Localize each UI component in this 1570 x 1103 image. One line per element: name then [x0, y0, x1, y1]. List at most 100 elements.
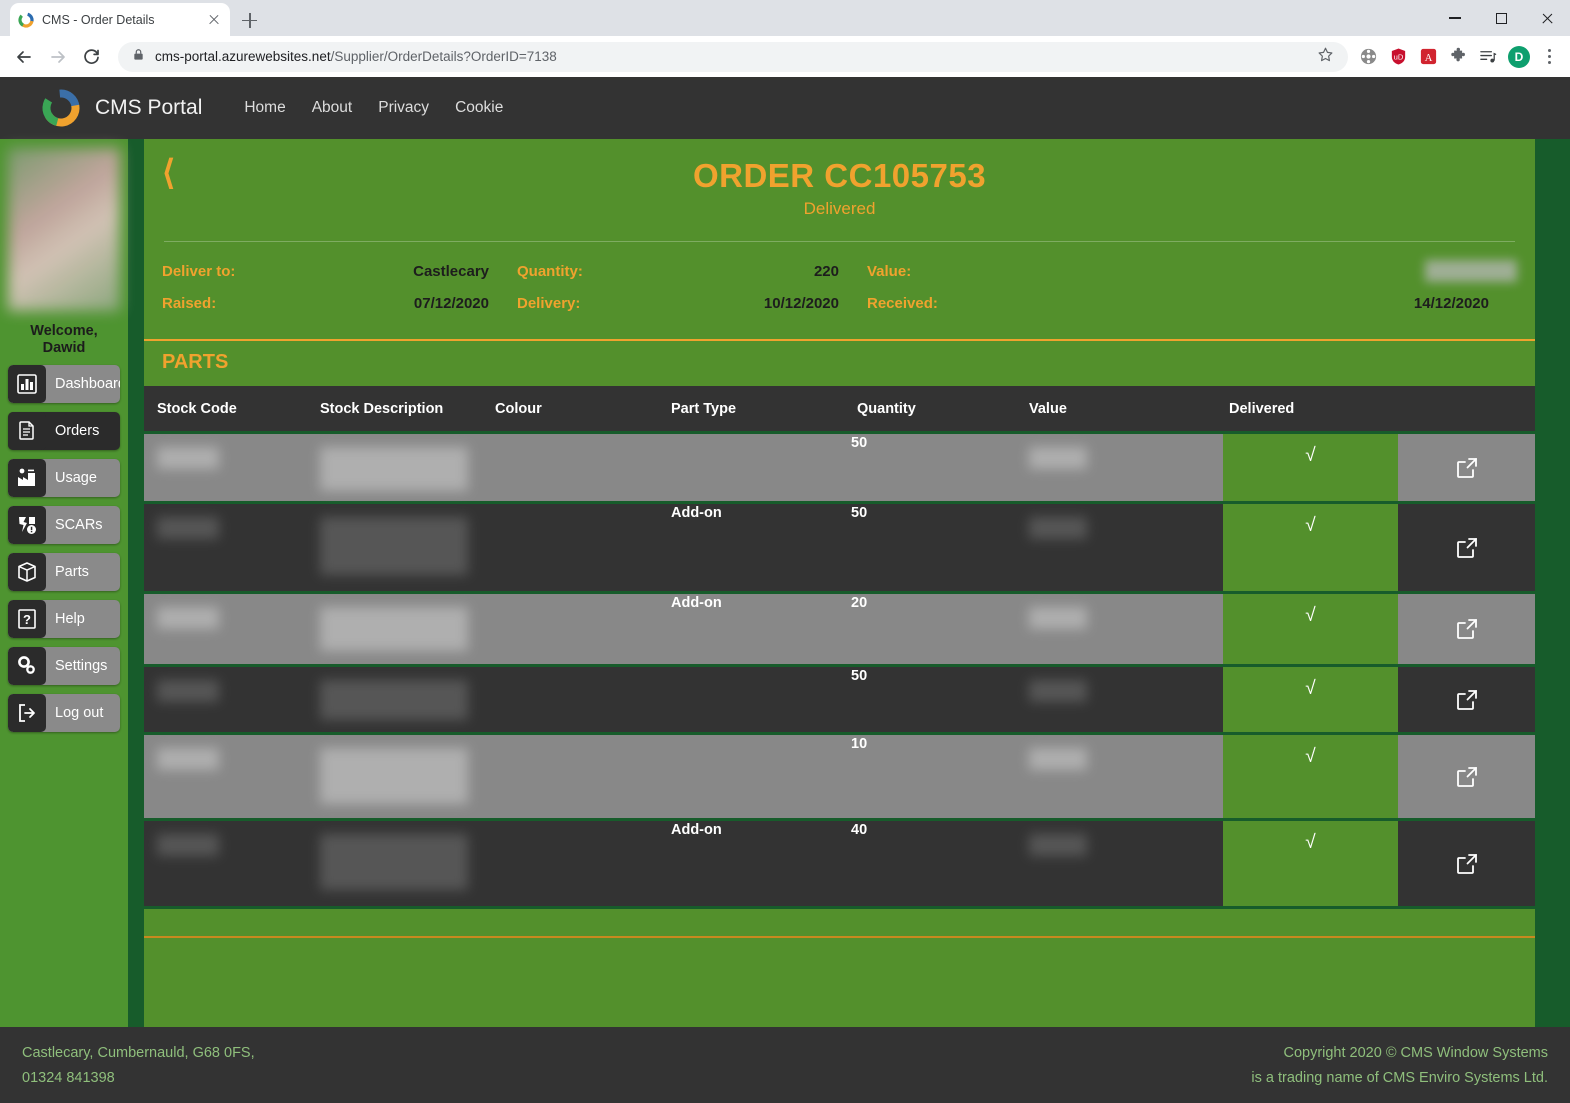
cell-delivered: √ — [1223, 594, 1398, 664]
external-link-icon — [1456, 853, 1477, 874]
gears-icon — [8, 647, 46, 685]
open-part-button[interactable] — [1398, 821, 1535, 906]
column-header-value: Value — [1029, 400, 1067, 417]
cell-stock-code — [144, 504, 320, 591]
sidebar-item-logout[interactable]: Log out — [8, 694, 120, 732]
meta-value: 220 — [813, 262, 839, 280]
open-part-button[interactable] — [1398, 434, 1535, 501]
browser-window: CMS - Order Details cms-portal.azurewebs… — [0, 0, 1570, 1103]
footer-legal: Copyright 2020 © CMS Window Systems is a… — [1251, 1041, 1548, 1091]
meta-label: Value: — [867, 262, 912, 280]
nav-link-privacy[interactable]: Privacy — [378, 99, 429, 117]
sidebar-item-help[interactable]: ? Help — [8, 600, 120, 638]
table-row[interactable]: Add-on 20 √ — [144, 591, 1535, 664]
nav-link-about[interactable]: About — [312, 99, 353, 117]
sidebar-item-parts[interactable]: Parts — [8, 553, 120, 591]
close-window-button[interactable] — [1524, 0, 1570, 36]
kebab-menu-icon[interactable] — [1540, 49, 1558, 64]
cell-delivered: √ — [1223, 821, 1398, 906]
meta-value: 07/12/2020 — [413, 295, 489, 312]
svg-text:A: A — [1424, 53, 1432, 64]
sidebar-item-usage[interactable]: Usage — [8, 459, 120, 497]
cell-quantity: 10 — [851, 736, 868, 752]
nav-link-cookie[interactable]: Cookie — [455, 99, 503, 117]
cell-quantity: 50 — [851, 505, 868, 521]
cell-delivered: √ — [1223, 434, 1398, 501]
browser-tab[interactable]: CMS - Order Details — [10, 3, 230, 36]
external-link-icon — [1456, 537, 1477, 558]
nav-link-home[interactable]: Home — [244, 99, 285, 117]
table-row[interactable]: Add-on 50 √ — [144, 501, 1535, 591]
cell-stock-description — [320, 735, 495, 818]
film-reel-icon[interactable] — [1358, 47, 1378, 67]
nav-links: Home About Privacy Cookie — [244, 99, 503, 117]
profile-avatar[interactable]: D — [1508, 45, 1530, 68]
parts-table: Stock Code Stock Description Colour Part… — [144, 386, 1535, 938]
browser-toolbar: cms-portal.azurewebsites.net/Supplier/Or… — [0, 36, 1570, 77]
cell-colour — [495, 821, 671, 906]
table-row[interactable]: 50 √ — [144, 664, 1535, 732]
cell-colour — [495, 667, 671, 732]
cell-colour — [495, 434, 671, 501]
maximize-button[interactable] — [1478, 0, 1524, 36]
order-panel: ⟨ ORDER CC105753 Delivered Deliver to: C… — [144, 139, 1535, 1027]
puzzle-extension-icon[interactable] — [1448, 47, 1468, 67]
back-arrow-icon[interactable] — [8, 41, 40, 73]
site-navbar: CMS Portal Home About Privacy Cookie — [0, 77, 1570, 139]
url-path: /Supplier/OrderDetails?OrderID=7138 — [330, 49, 557, 64]
divider — [164, 241, 1515, 242]
column-header-quantity: Quantity — [857, 400, 916, 417]
url-text: cms-portal.azurewebsites.net/Supplier/Or… — [155, 49, 557, 64]
welcome-line-1: Welcome, — [30, 323, 98, 339]
cell-stock-description — [320, 504, 495, 591]
column-header-delivered: Delivered — [1229, 400, 1295, 417]
extension-icons: uD A D — [1358, 45, 1562, 68]
cell-stock-code — [144, 735, 320, 818]
cell-stock-description — [320, 434, 495, 501]
cms-ring-logo-icon — [40, 87, 82, 129]
svg-text:uD: uD — [1393, 52, 1403, 61]
close-tab-icon[interactable] — [206, 12, 222, 28]
meta-delivery: Delivery: 10/12/2020 — [517, 295, 867, 312]
table-row[interactable]: Add-on 40 √ — [144, 818, 1535, 906]
reload-icon[interactable] — [76, 41, 108, 73]
media-playlist-icon[interactable] — [1478, 47, 1498, 67]
content-area: ⟨ ORDER CC105753 Delivered Deliver to: C… — [128, 139, 1570, 1027]
open-part-button[interactable] — [1398, 504, 1535, 591]
open-part-button[interactable] — [1398, 594, 1535, 664]
cell-stock-code — [144, 434, 320, 501]
cell-stock-code — [144, 821, 320, 906]
cell-delivered: √ — [1223, 667, 1398, 732]
cell-part-type — [671, 735, 851, 818]
open-part-button[interactable] — [1398, 735, 1535, 818]
star-icon[interactable] — [1317, 46, 1334, 68]
open-part-button[interactable] — [1398, 667, 1535, 732]
sidebar-item-scars[interactable]: SCARs — [8, 506, 120, 544]
chevron-left-icon[interactable]: ⟨ — [162, 156, 175, 190]
order-meta-row: Raised: 07/12/2020 Delivery: 10/12/2020 … — [162, 295, 1517, 312]
forward-arrow-icon[interactable] — [42, 41, 74, 73]
order-header: ⟨ ORDER CC105753 Delivered — [144, 139, 1535, 242]
cell-delivered: √ — [1223, 504, 1398, 591]
sidebar-item-dashboard[interactable]: Dashboard — [8, 365, 120, 403]
address-bar[interactable]: cms-portal.azurewebsites.net/Supplier/Or… — [118, 41, 1348, 72]
table-row[interactable]: 10 √ — [144, 732, 1535, 818]
adobe-pdf-icon[interactable]: A — [1418, 47, 1438, 67]
column-header-stock-code: Stock Code — [157, 400, 237, 417]
brand[interactable]: CMS Portal — [40, 87, 202, 129]
sidebar-item-orders[interactable]: Orders — [8, 412, 120, 450]
sidebar-item-settings[interactable]: Settings — [8, 647, 120, 685]
cell-part-type: Add-on — [671, 595, 722, 611]
window-controls — [1432, 0, 1570, 36]
table-row[interactable]: 50 √ — [144, 431, 1535, 501]
cell-part-type: Add-on — [671, 505, 722, 521]
sidebar: Welcome, Dawid Dashboard Orders Usage SC… — [0, 139, 128, 1027]
meta-value: 10/12/2020 — [763, 295, 839, 312]
new-tab-button[interactable] — [236, 6, 264, 34]
minimize-button[interactable] — [1432, 0, 1478, 36]
site-footer: Castlecary, Cumbernauld, G68 0FS, 01324 … — [0, 1027, 1570, 1103]
avatar — [8, 148, 120, 311]
cell-part-type — [671, 667, 851, 732]
cell-value — [1023, 504, 1223, 591]
ublock-shield-icon[interactable]: uD — [1388, 47, 1408, 67]
